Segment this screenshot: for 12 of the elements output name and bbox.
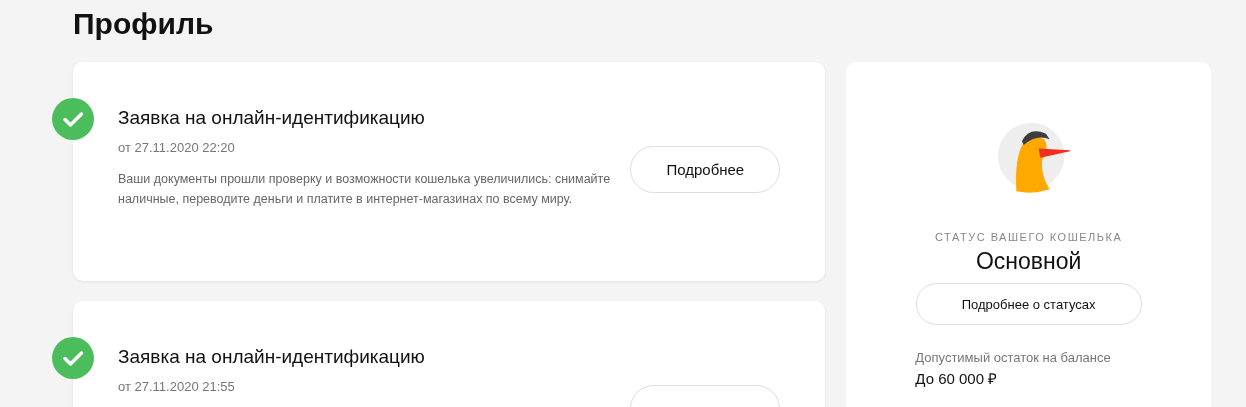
wallet-status: Основной [975,248,1082,274]
request-date: от 27.11.2020 21:55 [118,379,236,395]
request-title: Заявка на онлайн-идентификацию [118,107,426,129]
limit-value: До 60 000 ₽ [915,370,999,388]
limit-label: Допустимый остаток на балансе [915,350,1112,366]
request-title: Заявка на онлайн-идентификацию [118,346,426,368]
request-date: от 27.11.2020 22:20 [118,140,236,156]
status-details-button[interactable]: Подробнее о статусах [915,283,1142,325]
page-title: Профиль [73,6,215,42]
details-button[interactable]: Подробнее [630,146,781,193]
status-label: СТАТУС ВАШЕГО КОШЕЛЬКА [935,230,1123,244]
request-description: Ваши документы прошли проверку и возможности кошелька увеличились: снимайте наличные, переводите деньги и платите в интернет-магазинах по всему миру. [118,171,612,208]
